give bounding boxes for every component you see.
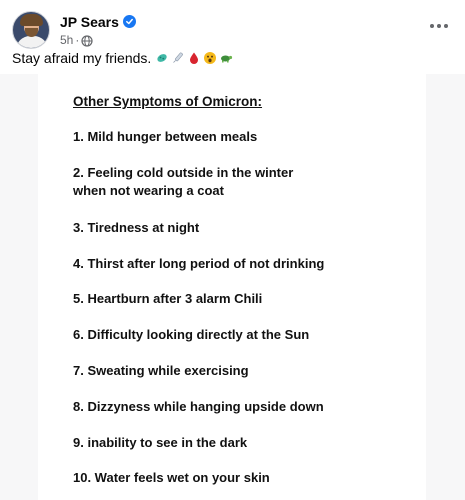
list-item: 10. Water feels wet on your skin: [73, 470, 270, 485]
verified-badge-icon: [122, 15, 136, 28]
post-header: JP Sears 5h ·: [12, 10, 136, 50]
symptoms-note: Other Symptoms of Omicron: 1. Mild hunge…: [38, 74, 426, 500]
caption-emojis: [155, 51, 233, 65]
turtle-icon: [219, 51, 233, 65]
list-item: 8. Dizzyness while hanging upside down: [73, 399, 324, 414]
syringe-icon: [171, 51, 185, 65]
list-item: when not wearing a coat: [73, 183, 224, 198]
author-name[interactable]: JP Sears: [60, 14, 119, 30]
microbe-icon: [155, 51, 169, 65]
avatar[interactable]: [12, 11, 50, 49]
list-item: 4. Thirst after long period of not drink…: [73, 256, 325, 271]
separator-dot: ·: [75, 32, 80, 47]
post-caption: Stay afraid my friends.: [12, 50, 233, 66]
note-title: Other Symptoms of Omicron:: [73, 94, 263, 109]
list-item: 6. Difficulty looking directly at the Su…: [73, 327, 310, 342]
post-card: JP Sears 5h · Stay afraid my friends. Ot…: [0, 0, 465, 500]
post-timestamp[interactable]: 5h: [60, 33, 73, 47]
astonished-face-icon: [203, 51, 217, 65]
more-options-icon[interactable]: [425, 14, 453, 38]
post-image[interactable]: Other Symptoms of Omicron: 1. Mild hunge…: [0, 74, 465, 500]
post-meta: JP Sears 5h ·: [60, 13, 136, 48]
list-item: 7. Sweating while exercising: [73, 363, 249, 378]
list-item: 5. Heartburn after 3 alarm Chili: [73, 291, 263, 306]
globe-icon[interactable]: [81, 34, 93, 47]
list-item: 9. inability to see in the dark: [73, 435, 248, 450]
list-item: 3. Tiredness at night: [73, 220, 200, 235]
caption-text: Stay afraid my friends.: [12, 50, 152, 66]
list-item: 1. Mild hunger between meals: [73, 129, 258, 144]
drop-of-blood-icon: [187, 51, 201, 65]
list-item: 2. Feeling cold outside in the winter: [73, 165, 294, 180]
